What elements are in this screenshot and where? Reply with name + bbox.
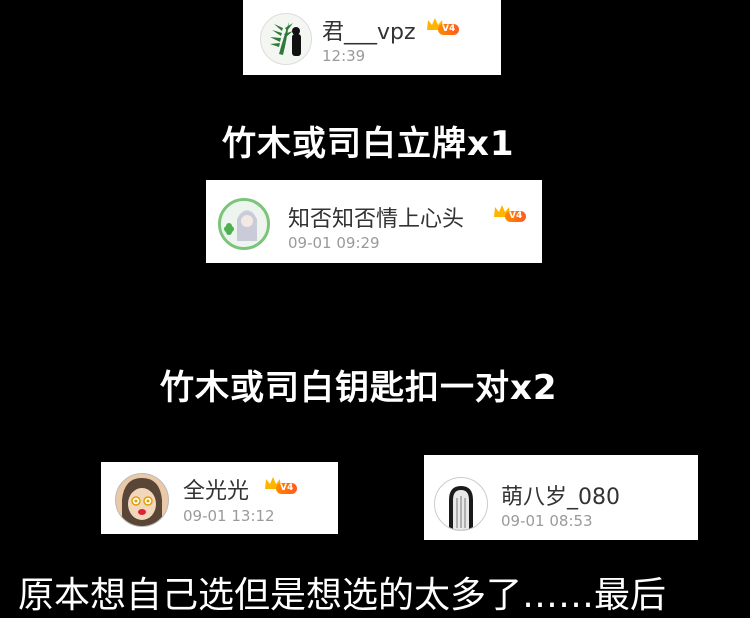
prize-heading-1: 竹木或司白立牌x1: [222, 124, 515, 164]
prize-heading-2: 竹木或司白钥匙扣一对x2: [160, 368, 558, 408]
comment-time: 09-01 09:29: [288, 234, 380, 252]
winner-card-1: 君___vpz V4 12:39: [243, 0, 501, 75]
vip-level-badge: V4: [493, 205, 533, 225]
footer-text: 原本想自己选但是想选的太多了……最后: [18, 575, 667, 616]
winner-name[interactable]: 君___vpz: [322, 14, 416, 46]
comment-time: 09-01 13:12: [183, 507, 275, 525]
comment-time: 12:39: [322, 47, 366, 65]
vip-level-label: V4: [276, 483, 298, 494]
winner-name[interactable]: 知否知否情上心头: [288, 201, 464, 233]
winner-card-2: 知否知否情上心头 V4 09-01 09:29: [206, 180, 542, 263]
winner-card-4: 萌八岁_080 09-01 08:53: [424, 455, 698, 540]
winner-name[interactable]: 全光光: [183, 473, 249, 505]
vip-level-label: V4: [505, 211, 527, 222]
avatar-face-icon[interactable]: [115, 473, 169, 527]
avatar-fern-icon[interactable]: [260, 13, 312, 65]
avatar-ghost-icon[interactable]: [434, 477, 488, 531]
vip-level-label: V4: [438, 24, 460, 35]
vip-level-badge: V4: [264, 477, 304, 497]
vip-level-badge: V4: [426, 18, 466, 38]
comment-time: 09-01 08:53: [501, 512, 593, 530]
avatar-clover-icon[interactable]: [218, 198, 270, 250]
winner-card-3: 全光光 V4 09-01 13:12: [101, 462, 338, 534]
winner-name[interactable]: 萌八岁_080: [501, 479, 620, 511]
